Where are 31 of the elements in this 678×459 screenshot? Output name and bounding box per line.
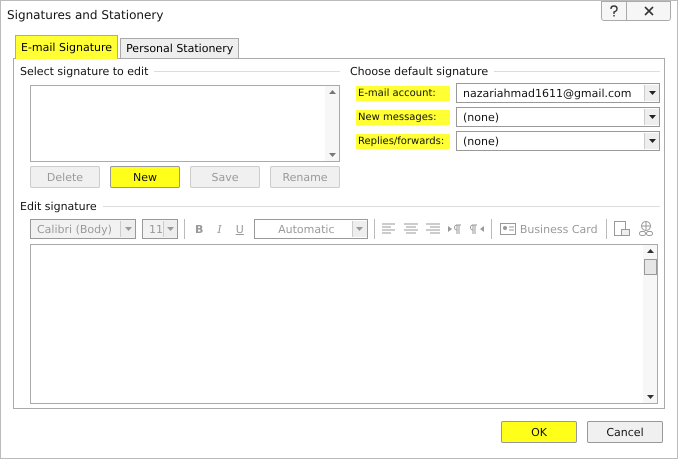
group-heading: Choose default signature: [350, 64, 488, 78]
dropdown-arrow-icon: [648, 115, 656, 119]
field-label: E-mail account:: [356, 86, 450, 100]
ok-button[interactable]: OK: [501, 421, 577, 443]
card-icon: [500, 223, 516, 235]
field-label: Replies/forwards:: [356, 134, 450, 148]
close-button[interactable]: [627, 1, 671, 21]
dropdown-arrow-icon: [356, 227, 364, 231]
scroll-thumb[interactable]: [644, 259, 656, 275]
tab[interactable]: E-mail Signature: [15, 35, 118, 59]
group-heading: Select signature to edit: [20, 64, 148, 78]
window-title: Signatures and Stationery: [7, 8, 164, 22]
field-label: New messages:: [356, 110, 450, 124]
group-heading: Edit signature: [20, 200, 97, 212]
cancel-button[interactable]: Cancel: [587, 421, 663, 443]
close-icon: [644, 6, 654, 16]
dropdown-arrow-icon: [648, 91, 656, 95]
scroll-down-icon[interactable]: [646, 395, 654, 399]
signature-button[interactable]: New: [110, 166, 180, 188]
help-button[interactable]: [601, 1, 627, 21]
dropdown-arrow-icon: [167, 227, 174, 231]
dropdown-arrow-icon: [648, 139, 656, 143]
scroll-up-icon[interactable]: [646, 249, 654, 253]
scrollbar[interactable]: [643, 245, 657, 403]
tab[interactable]: Personal Stationery: [120, 38, 240, 58]
dropdown[interactable]: nazariahmad1611@gmail.com: [456, 83, 660, 103]
dropdown[interactable]: (none): [456, 107, 660, 127]
dropdown[interactable]: (none): [456, 131, 660, 151]
dropdown-arrow-icon: [124, 227, 132, 231]
help-icon: [609, 5, 619, 17]
signature-list[interactable]: [30, 85, 340, 162]
